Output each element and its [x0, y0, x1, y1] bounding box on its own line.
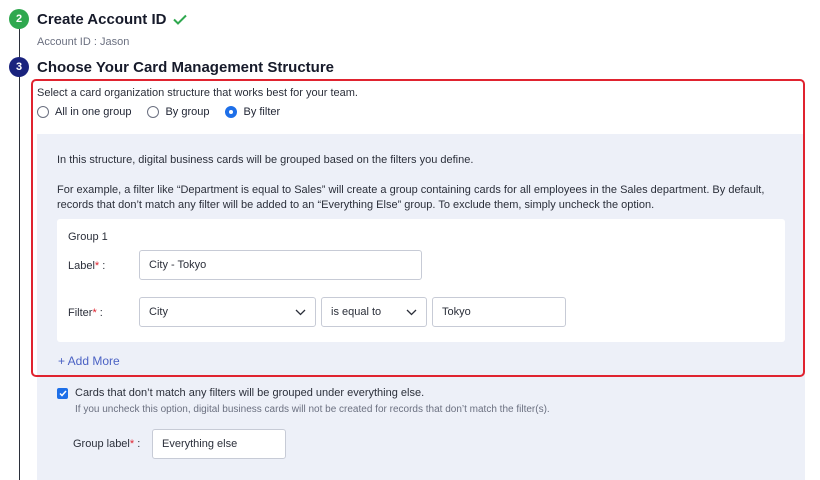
- group-label-colon: :: [137, 438, 141, 450]
- account-id-summary: Account ID : Jason: [37, 36, 130, 48]
- everything-else-checkbox[interactable]: [57, 387, 68, 399]
- filter-operator-value: is equal to: [331, 306, 382, 318]
- structure-radio-group: All in one group By group By filter: [37, 106, 280, 118]
- step-title-text: Create Account ID: [37, 11, 167, 28]
- label-colon: :: [102, 260, 106, 272]
- group-label-field-label: Group label* :: [73, 438, 140, 450]
- required-mark: *: [92, 307, 97, 319]
- required-mark: *: [94, 260, 100, 272]
- structure-intro: Select a card organization structure tha…: [37, 87, 358, 99]
- everything-else-group-label-input[interactable]: Everything else: [152, 429, 286, 459]
- timeline-line: [19, 28, 20, 480]
- chevron-down-icon: [406, 309, 417, 316]
- step-title-create-account: Create Account ID: [37, 11, 188, 28]
- everything-else-help: If you uncheck this option, digital busi…: [75, 404, 550, 415]
- radio-all-in-one-group[interactable]: All in one group: [37, 106, 131, 118]
- radio-by-group[interactable]: By group: [147, 106, 209, 118]
- structure-example: For example, a filter like “Department i…: [57, 184, 765, 211]
- radio-label: By filter: [243, 106, 281, 118]
- radio-circle[interactable]: [37, 106, 49, 118]
- group-title: Group 1: [68, 231, 108, 243]
- filter-field-label: Filter* :: [68, 307, 103, 319]
- group-label-input[interactable]: City - Tokyo: [139, 250, 422, 280]
- filter-field-value: City: [149, 306, 168, 318]
- filter-colon: :: [99, 307, 103, 319]
- label-field-label: Label* :: [68, 260, 105, 272]
- filter-value-input[interactable]: Tokyo: [432, 297, 566, 327]
- radio-circle-selected[interactable]: [225, 106, 238, 118]
- radio-by-filter[interactable]: By filter: [225, 106, 280, 118]
- filter-group-card: Group 1 Label* : City - Tokyo Filter* : …: [57, 219, 785, 342]
- filter-field-text: Filter: [68, 307, 93, 319]
- check-icon: [173, 14, 188, 25]
- structure-description: In this structure, digital business card…: [57, 154, 474, 166]
- radio-circle[interactable]: [147, 106, 160, 118]
- add-more-link[interactable]: + Add More: [58, 354, 120, 368]
- radio-label: By group: [165, 106, 210, 118]
- chevron-down-icon: [295, 309, 306, 316]
- step-number-3: 3: [9, 57, 29, 77]
- filter-field-select[interactable]: City: [139, 297, 316, 327]
- label-field-text: Label: [68, 260, 95, 272]
- step-title-card-structure: Choose Your Card Management Structure: [37, 59, 334, 76]
- everything-else-label: Cards that don’t match any filters will …: [75, 387, 425, 399]
- step-number-2: 2: [9, 9, 29, 29]
- required-mark: *: [129, 438, 135, 450]
- group-label-text: Group label: [73, 438, 130, 450]
- radio-label: All in one group: [55, 106, 132, 118]
- everything-else-option[interactable]: Cards that don’t match any filters will …: [57, 387, 424, 399]
- filter-operator-select[interactable]: is equal to: [321, 297, 427, 327]
